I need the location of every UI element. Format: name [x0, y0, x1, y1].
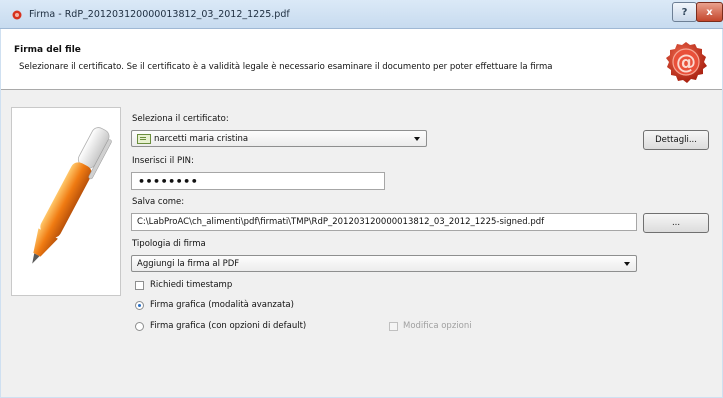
close-button[interactable]: x	[696, 2, 723, 22]
chevron-down-icon	[624, 262, 630, 266]
header-subtitle: Selezionare il certificato. Se il certif…	[19, 62, 553, 72]
chevron-down-icon	[414, 137, 420, 141]
certificate-select[interactable]: narcetti maria cristina	[131, 130, 427, 147]
dialog-header: Firma del file Selezionare il certificat…	[1, 29, 722, 90]
signature-type-select[interactable]: Aggiungi la firma al PDF	[131, 255, 637, 272]
title-bar: Firma - RdP_201203120000013812_03_2012_1…	[0, 0, 723, 29]
certificate-value: narcetti maria cristina	[154, 133, 249, 144]
radio-advanced-label: Firma grafica (modalità avanzata)	[150, 300, 294, 310]
save-as-label: Salva come:	[132, 197, 185, 207]
signature-type-value: Aggiungi la firma al PDF	[137, 258, 240, 269]
radio-default[interactable]	[135, 322, 144, 331]
main-panel: Seleziona il certificato: narcetti maria…	[1, 90, 722, 397]
svg-text:@: @	[676, 50, 696, 74]
pin-label: Inserisci il PIN:	[132, 156, 194, 166]
browse-button[interactable]: ...	[643, 213, 709, 233]
timestamp-checkbox[interactable]	[135, 281, 144, 290]
pen-icon	[32, 127, 112, 264]
header-title: Firma del file	[14, 45, 81, 55]
radio-advanced[interactable]	[135, 301, 144, 310]
certificate-icon	[137, 133, 151, 144]
certificate-label: Seleziona il certificato:	[132, 114, 229, 124]
radio-default-label: Firma grafica (con opzioni di default)	[150, 321, 307, 331]
signature-type-label: Tipologia di firma	[132, 239, 206, 249]
details-button[interactable]: Dettagli...	[643, 130, 709, 150]
side-illustration	[11, 107, 121, 296]
save-as-field[interactable]: C:\LabProAC\ch_alimenti\pdf\firmati\TMP\…	[131, 213, 637, 231]
firma-app-icon	[12, 10, 22, 20]
timestamp-label: Richiedi timestamp	[150, 280, 233, 290]
help-button[interactable]: ?	[672, 2, 697, 22]
modify-options-checkbox[interactable]	[389, 322, 398, 331]
pin-field[interactable]: ••••••••	[131, 172, 385, 190]
window-title: Firma - RdP_201203120000013812_03_2012_1…	[29, 9, 290, 20]
at-seal-icon: @	[666, 42, 707, 83]
modify-options-label: Modifica opzioni	[403, 321, 472, 331]
